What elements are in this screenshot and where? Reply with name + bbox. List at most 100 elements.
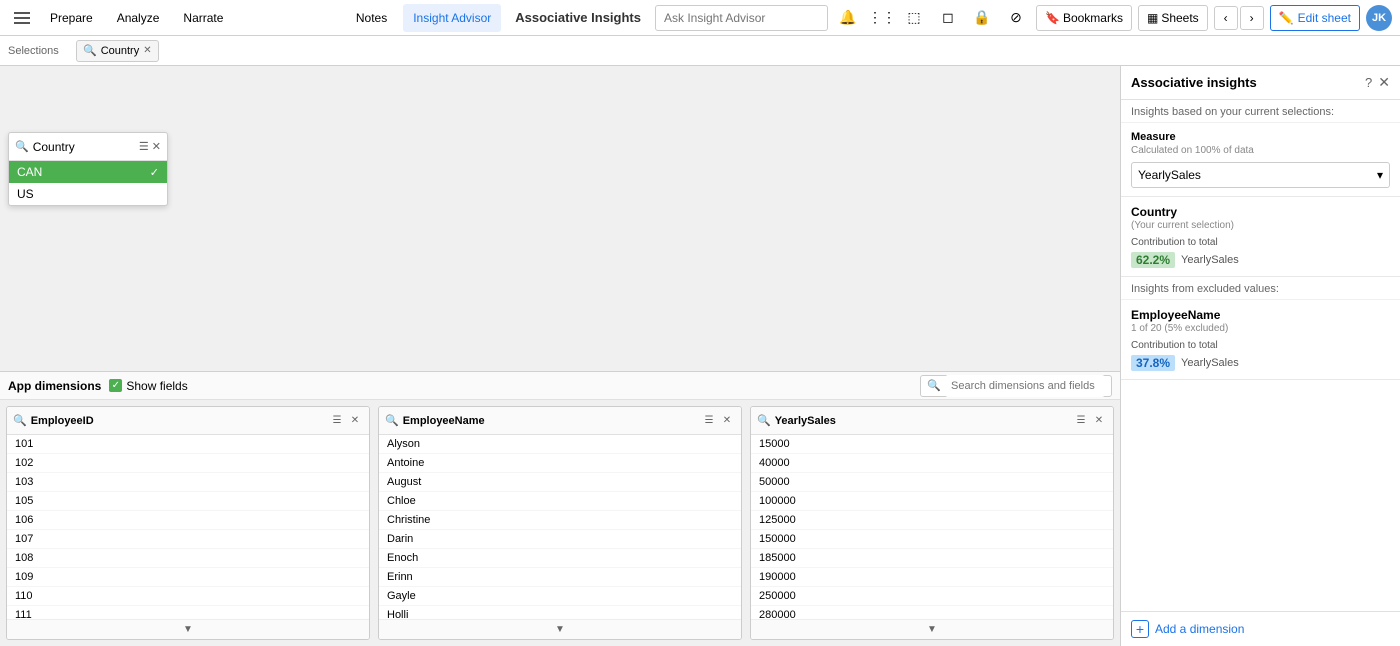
add-dimension-icon: + (1131, 620, 1149, 638)
add-dimension-row[interactable]: + Add a dimension (1121, 611, 1400, 646)
list-item[interactable]: 150000 (751, 530, 1113, 549)
list-item[interactable]: 107 (7, 530, 369, 549)
employeeid-list-icon[interactable]: ☰ (329, 413, 345, 429)
employeeid-close-icon[interactable]: ✕ (347, 413, 363, 429)
yearlysales-scroll-down[interactable]: ▼ (751, 619, 1113, 639)
list-item[interactable]: 250000 (751, 587, 1113, 606)
tab-prepare[interactable]: Prepare (40, 4, 103, 32)
next-arrow[interactable]: › (1240, 6, 1264, 30)
measure-sublabel: Calculated on 100% of data (1131, 145, 1390, 156)
employeename-card-title: EmployeeName (1131, 308, 1390, 322)
list-item[interactable]: 100000 (751, 492, 1113, 511)
list-item[interactable]: Gayle (379, 587, 741, 606)
selections-label: Selections (8, 45, 68, 57)
tab-notes[interactable]: Notes (346, 4, 397, 32)
show-fields-checkbox[interactable]: ✓ (109, 379, 122, 392)
toolbar-left: Prepare Analyze Narrate (8, 4, 342, 32)
list-item[interactable]: 190000 (751, 568, 1113, 587)
help-icon[interactable]: ? (1365, 75, 1372, 90)
list-item[interactable]: 125000 (751, 511, 1113, 530)
yearlysales-close-icon[interactable]: ✕ (1091, 413, 1107, 429)
list-item[interactable]: Chloe (379, 492, 741, 511)
list-icon[interactable]: ☰ (139, 140, 149, 153)
app-dimensions-title: App dimensions (8, 379, 101, 393)
right-panel: Associative insights ? ✕ Insights based … (1120, 66, 1400, 646)
measure-label: Measure (1131, 131, 1390, 143)
country-insight-card: Country (Your current selection) Contrib… (1121, 197, 1400, 277)
lasso-tool-icon[interactable]: ◻ (934, 4, 962, 32)
list-item[interactable]: 111 (7, 606, 369, 619)
country-pct-badge: 62.2% (1131, 252, 1175, 268)
country-card-subtitle: (Your current selection) (1131, 220, 1390, 231)
bookmark-icon: 🔖 (1045, 11, 1060, 25)
avatar[interactable]: JK (1366, 5, 1392, 31)
employeeid-scroll-down[interactable]: ▼ (7, 619, 369, 639)
right-panel-close-icon[interactable]: ✕ (1378, 74, 1390, 91)
listbox-spacer (0, 66, 1120, 371)
edit-sheet-button[interactable]: ✏️ Edit sheet (1270, 5, 1360, 31)
list-item[interactable]: 102 (7, 454, 369, 473)
search-dims-icon: 🔍 (927, 379, 941, 392)
list-item[interactable]: Antoine (379, 454, 741, 473)
search-yearlysales-icon: 🔍 (757, 414, 771, 427)
country-listbox-header: 🔍 Country ☰ ✕ (9, 133, 167, 161)
yearlysales-list-icon[interactable]: ☰ (1073, 413, 1089, 429)
list-item[interactable]: 106 (7, 511, 369, 530)
list-item[interactable]: 280000 (751, 606, 1113, 619)
prev-arrow[interactable]: ‹ (1214, 6, 1238, 30)
tab-analyze[interactable]: Analyze (107, 4, 170, 32)
country-item-can[interactable]: CAN ✓ (9, 161, 167, 183)
bell-icon[interactable]: 🔔 (834, 4, 862, 32)
search-icon: 🔍 (15, 140, 29, 153)
dimensions-search-input[interactable] (945, 375, 1105, 397)
bookmarks-button[interactable]: 🔖 Bookmarks (1036, 5, 1132, 31)
list-item[interactable]: 105 (7, 492, 369, 511)
search-employeeid-icon: 🔍 (13, 414, 27, 427)
insight-advisor-input[interactable] (655, 5, 828, 31)
employeename-close-icon[interactable]: ✕ (719, 413, 735, 429)
employeename-list-icon[interactable]: ☰ (701, 413, 717, 429)
employeename-scroll-down[interactable]: ▼ (379, 619, 741, 639)
hamburger-menu[interactable] (8, 4, 36, 32)
edit-icon: ✏️ (1279, 11, 1294, 25)
employeename-header: 🔍 EmployeeName ☰ ✕ (379, 407, 741, 435)
country-item-us[interactable]: US (9, 183, 167, 205)
list-item[interactable]: Enoch (379, 549, 741, 568)
tab-insight-advisor[interactable]: Insight Advisor (403, 4, 501, 32)
grid-icon[interactable]: ⋮⋮ (868, 4, 896, 32)
list-item[interactable]: Holli (379, 606, 741, 619)
right-panel-title: Associative insights (1131, 75, 1359, 90)
clear-selection-icon[interactable]: ⊘ (1002, 4, 1030, 32)
list-item[interactable]: 110 (7, 587, 369, 606)
dropdown-arrow-icon: ▾ (1377, 168, 1383, 182)
country-contribution-label: Contribution to total (1131, 237, 1390, 248)
list-item[interactable]: 109 (7, 568, 369, 587)
right-panel-header: Associative insights ? ✕ (1121, 66, 1400, 100)
list-item[interactable]: 101 (7, 435, 369, 454)
checkmark-icon: ✓ (150, 166, 159, 179)
list-item[interactable]: 15000 (751, 435, 1113, 454)
lock-icon[interactable]: 🔒 (968, 4, 996, 32)
measure-dropdown[interactable]: YearlySales ▾ (1131, 162, 1390, 188)
toolbar-right: ⬚ ◻ 🔒 ⊘ 🔖 Bookmarks ▦ Sheets ‹ › ✏️ Edit… (900, 4, 1392, 32)
list-item[interactable]: 108 (7, 549, 369, 568)
sheets-button[interactable]: ▦ Sheets (1138, 5, 1208, 31)
list-item[interactable]: Alyson (379, 435, 741, 454)
list-item[interactable]: Darin (379, 530, 741, 549)
list-item[interactable]: Erinn (379, 568, 741, 587)
sheets-icon: ▦ (1147, 11, 1158, 25)
dimensions-search-box[interactable]: 🔍 (920, 375, 1112, 397)
list-item[interactable]: 185000 (751, 549, 1113, 568)
select-tool-icon[interactable]: ⬚ (900, 4, 928, 32)
list-item[interactable]: 40000 (751, 454, 1113, 473)
country-selection-chip[interactable]: 🔍 Country ✕ (76, 40, 159, 62)
tab-narrate[interactable]: Narrate (173, 4, 233, 32)
data-columns: 🔍 EmployeeID ☰ ✕ 10110210310510610710810… (0, 400, 1120, 646)
remove-selection-icon[interactable]: ✕ (143, 45, 151, 56)
yearlysales-header: 🔍 YearlySales ☰ ✕ (751, 407, 1113, 435)
list-item[interactable]: 103 (7, 473, 369, 492)
list-item[interactable]: August (379, 473, 741, 492)
close-icon[interactable]: ✕ (152, 140, 161, 153)
list-item[interactable]: Christine (379, 511, 741, 530)
list-item[interactable]: 50000 (751, 473, 1113, 492)
